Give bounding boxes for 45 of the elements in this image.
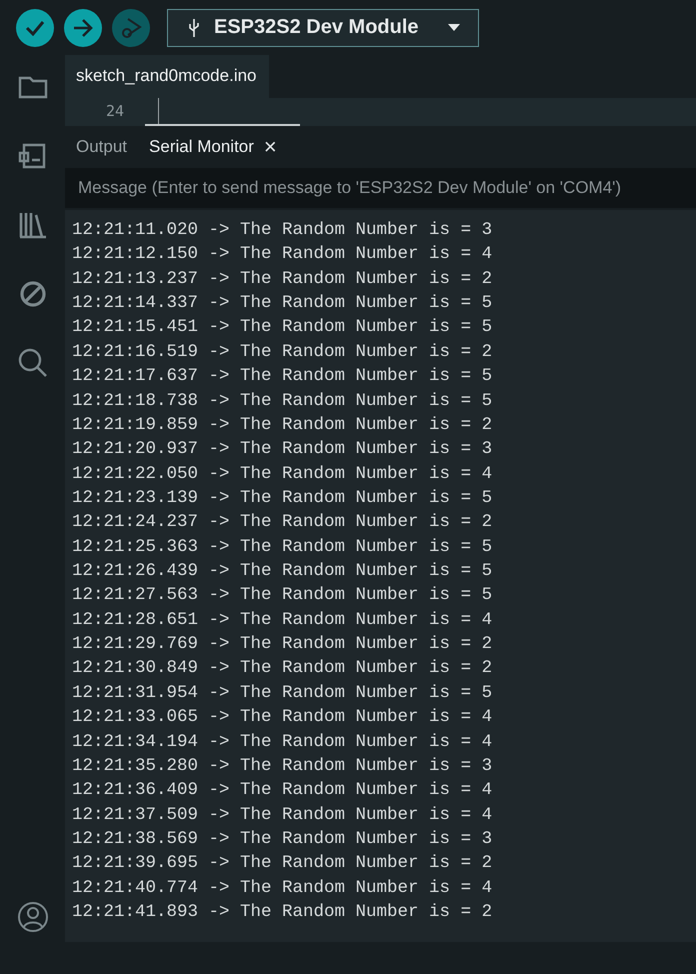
log-line: 12:21:36.409 -> The Random Number is = 4 [72,779,494,802]
log-line: 12:21:19.859 -> The Random Number is = 2 [72,414,494,437]
log-line: 12:21:20.937 -> The Random Number is = 3 [72,438,494,462]
log-line: 12:21:24.237 -> The Random Number is = 2 [72,511,494,534]
log-line: 12:21:17.637 -> The Random Number is = 5 [72,365,494,388]
log-line: 12:21:12.150 -> The Random Number is = 4 [72,243,494,266]
panel-tab[interactable]: Serial Monitor × [149,136,277,158]
log-line: 12:21:23.139 -> The Random Number is = 5 [72,486,494,510]
close-icon[interactable]: × [264,136,277,158]
log-line: 12:21:25.363 -> The Random Number is = 5 [72,536,494,559]
upload-button[interactable] [64,8,102,46]
log-line: 12:21:34.194 -> The Random Number is = 4 [72,730,494,754]
file-tab[interactable]: sketch_rand0mcode.ino [65,55,269,98]
arrow-right-icon [72,18,94,36]
message-field[interactable]: Message (Enter to send message to 'ESP32S2 Dev Module' on 'COM4') [65,168,696,208]
log-line: 12:21:28.651 -> The Random Number is = 4 [72,608,494,632]
log-line: 12:21:33.065 -> The Random Number is = 4 [72,706,494,730]
log-line: 12:21:31.954 -> The Random Number is = 5 [72,682,494,705]
log-line: 12:21:14.337 -> The Random Number is = 5 [72,292,494,316]
log-line: 12:21:40.774 -> The Random Number is = 4 [72,876,494,900]
log-line: 12:21:35.280 -> The Random Number is = 3 [72,754,494,778]
log-line: 12:21:22.050 -> The Random Number is = 4 [72,462,494,486]
usb-icon [188,18,200,38]
log-line: 12:21:29.769 -> The Random Number is = 2 [72,633,494,656]
log-line: 12:21:11.020 -> The Random Number is = 3 [72,219,494,242]
log-line: 12:21:39.695 -> The Random Number is = 2 [72,852,494,876]
log-line: 12:21:27.563 -> The Random Number is = 5 [72,584,494,608]
log-line: 12:21:38.569 -> The Random Number is = 3 [72,828,494,851]
log-line: 12:21:37.509 -> The Random Number is = 4 [72,804,494,827]
verify-button[interactable] [16,8,54,46]
log-line: 12:21:41.893 -> The Random Number is = 2 [72,901,494,924]
log-line: 12:21:15.451 -> The Random Number is = 5 [72,316,494,340]
board-selector[interactable]: ESP32S2 Dev Module [167,8,479,46]
panel-tab[interactable]: Output [76,137,128,157]
caret-icon [448,24,460,31]
debug-play-icon [119,16,143,40]
log-line: 12:21:30.849 -> The Random Number is = 2 [72,657,494,680]
line-number: 24 [104,102,124,120]
log-line: 12:21:13.237 -> The Random Number is = 2 [72,268,494,291]
search-icon[interactable] [16,347,48,379]
checkmark-icon [25,20,45,36]
log-line: 12:21:18.738 -> The Random Number is = 5 [72,390,494,413]
account-icon[interactable] [16,901,48,933]
log-line: 12:21:16.519 -> The Random Number is = 2 [72,340,494,364]
log-line: 12:21:26.439 -> The Random Number is = 5 [72,560,494,584]
